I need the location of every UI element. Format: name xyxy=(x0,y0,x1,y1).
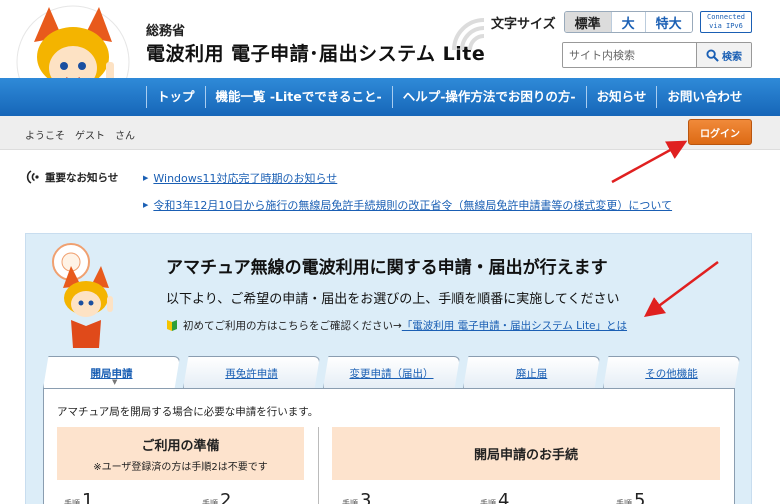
step-number: 5 xyxy=(634,490,646,504)
font-size-xlarge-button[interactable]: 特大 xyxy=(644,12,692,32)
tab-change[interactable]: 変更申請（届出） xyxy=(323,356,460,389)
ipv6-badge-line1: Connected xyxy=(707,13,745,21)
notice-item[interactable]: ▶ Windows11対応完了時期のお知らせ xyxy=(143,170,672,186)
preparation-note: ※ユーザ登録済の方は手順2は不要です xyxy=(93,462,268,473)
procedure-box: 開局申請のお手続 xyxy=(332,427,720,480)
ipv6-badge: Connected via IPv6 xyxy=(700,11,752,33)
ipv6-badge-line2: via IPv6 xyxy=(709,22,743,30)
first-time-text: 初めてご利用の方はこちらをご確認ください→ xyxy=(183,320,402,332)
section-divider xyxy=(318,427,319,504)
main-nav: トップ 機能一覧 -Liteでできること- ヘルプ-操作方法でお困りの方- お知… xyxy=(146,78,752,116)
notice-list: ▶ Windows11対応完了時期のお知らせ ▶ 令和3年12月10日から施行の… xyxy=(143,170,672,224)
first-time-guide: 初めてご利用の方はこちらをご確認ください→ 「電波利用 電子申請・届出システム … xyxy=(166,318,627,333)
login-button[interactable]: ログイン xyxy=(688,119,752,145)
tab-abolish[interactable]: 廃止届 xyxy=(463,356,600,389)
content-description: アマチュア局を開局する場合に必要な申請を行います。 xyxy=(57,406,319,418)
font-size-label: 文字サイズ xyxy=(491,16,556,32)
signal-waves-icon xyxy=(452,18,485,51)
step-5: 手順 5 xyxy=(616,490,645,504)
panel-title: アマチュア無線の電波利用に関する申請・届出が行えます xyxy=(166,258,608,278)
preparation-box: ご利用の準備 ※ユーザ登録済の方は手順2は不要です xyxy=(57,427,304,480)
welcome-text: ようこそ ゲスト さん xyxy=(25,131,135,142)
step-label: 手順 xyxy=(342,499,358,504)
ministry-label: 総務省 xyxy=(146,24,186,39)
step-number: 1 xyxy=(82,490,94,504)
triangle-right-icon: ▶ xyxy=(143,201,149,209)
font-size-switcher: 文字サイズ 標準 大 特大 xyxy=(491,11,693,33)
notice-link[interactable]: Windows11対応完了時期のお知らせ xyxy=(153,170,337,186)
triangle-right-icon: ▶ xyxy=(143,174,149,182)
font-size-large-button[interactable]: 大 xyxy=(610,12,645,32)
nav-item-help[interactable]: ヘルプ-操作方法でお困りの方- xyxy=(391,86,586,108)
step-label: 手順 xyxy=(480,499,496,504)
step-label: 手順 xyxy=(202,499,218,504)
step-2: 手順 2 xyxy=(202,490,231,504)
tab-other[interactable]: その他機能 xyxy=(603,356,740,389)
step-label: 手順 xyxy=(616,499,632,504)
step-number: 4 xyxy=(498,490,510,504)
search-button[interactable]: 検索 xyxy=(696,43,751,67)
important-notice-header: 重要なお知らせ xyxy=(25,169,118,185)
page: 総務省 電波利用 電子申請･届出システム Lite 文字サイズ 標準 大 特大 … xyxy=(0,0,780,504)
search-input[interactable] xyxy=(563,43,696,67)
preparation-title: ご利用の準備 xyxy=(141,439,220,454)
notice-link[interactable]: 令和3年12月10日から施行の無線局免許手続規則の改正省令（無線局免許申請書等の… xyxy=(153,197,672,213)
notice-item[interactable]: ▶ 令和3年12月10日から施行の無線局免許手続規則の改正省令（無線局免許申請書… xyxy=(143,197,672,213)
nav-item-features[interactable]: 機能一覧 -Liteでできること- xyxy=(204,86,392,108)
search-button-label: 検索 xyxy=(722,51,742,63)
step-number: 3 xyxy=(360,490,372,504)
font-size-standard-button[interactable]: 標準 xyxy=(564,12,611,32)
nav-item-news[interactable]: お知らせ xyxy=(585,86,657,108)
active-tab-indicator-icon: ▼ xyxy=(112,378,118,386)
step-3: 手順 3 xyxy=(342,490,371,504)
step-1: 手順 1 xyxy=(64,490,93,504)
site-search: 検索 xyxy=(562,42,752,68)
panel-subtitle: 以下より、ご希望の申請・届出をお選びの上、手順を順番に実施してください xyxy=(166,292,620,307)
step-4: 手順 4 xyxy=(480,490,509,504)
tab-relicense[interactable]: 再免許申請 xyxy=(183,356,320,389)
step-label: 手順 xyxy=(64,499,80,504)
nav-item-contact[interactable]: お問い合わせ xyxy=(656,86,752,108)
step-number: 2 xyxy=(220,490,232,504)
important-notice-label: 重要なお知らせ xyxy=(45,171,119,184)
broadcast-icon xyxy=(26,170,39,184)
about-lite-link[interactable]: 「電波利用 電子申請・届出システム Lite」とは xyxy=(402,318,627,333)
search-icon xyxy=(706,48,719,62)
site-title[interactable]: 電波利用 電子申請･届出システム Lite xyxy=(146,39,485,66)
beginner-mark-icon xyxy=(167,320,177,331)
application-tabs: 開局申請 再免許申請 変更申請（届出） 廃止届 その他機能 xyxy=(43,356,740,389)
nav-item-top[interactable]: トップ xyxy=(146,86,205,108)
font-size-group: 標準 大 特大 xyxy=(563,11,693,33)
mascot-character-icon xyxy=(52,243,113,348)
main-nav-bar: トップ 機能一覧 -Liteでできること- ヘルプ-操作方法でお困りの方- お知… xyxy=(0,78,780,116)
